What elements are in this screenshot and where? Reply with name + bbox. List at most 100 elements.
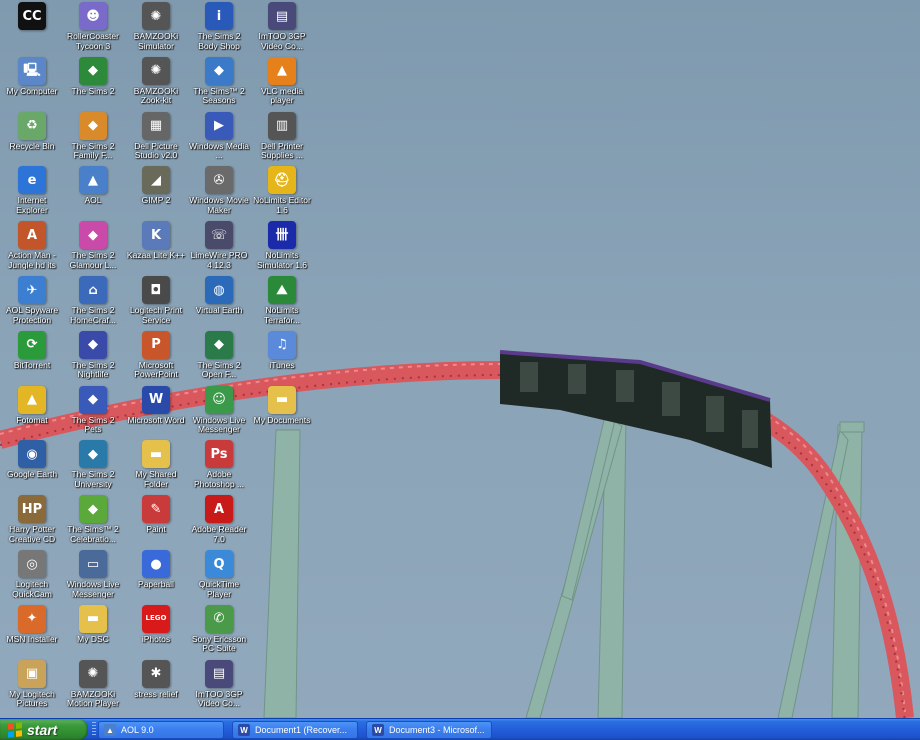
desktop-icon-label: Action Man - Jungle hd its [8, 251, 56, 270]
desktop-icon[interactable]: LEGO iPhotos [126, 604, 186, 660]
desktop-icon[interactable]: ▤ ImTOO 3GP Video Co... [252, 1, 312, 57]
taskbar-button[interactable]: W Document3 - Microsof... [366, 721, 492, 739]
desktop-icon[interactable]: ✺ BAMZOOKi Simulator [126, 1, 186, 57]
desktop-icon[interactable]: ▲ AOL [63, 165, 123, 221]
desktop-icon[interactable]: ♻ Recycle Bin [2, 111, 62, 167]
sims2-glamour-icon: ◆ [79, 221, 107, 250]
desktop-icon[interactable]: ◆ The Sims 2 Family F... [63, 111, 123, 167]
desktop-icon[interactable]: ⟳ BitTorrent [2, 330, 62, 386]
desktop-icon[interactable]: ✦ MSN Installer [2, 604, 62, 660]
bamzooki-motion-icon: ✺ [79, 659, 107, 688]
desktop-icon[interactable]: ▣ My Logitech Pictures [2, 659, 62, 715]
sims2-seasons-icon: ◆ [205, 56, 233, 85]
desktop-icon[interactable]: ✱ stress relief [126, 659, 186, 715]
taskbar-button[interactable]: W Document1 (Recover... [232, 721, 358, 739]
desktop-icon-label: BitTorrent [13, 360, 51, 370]
desktop-icon[interactable]: A Adobe Reader 7.0 [189, 494, 249, 550]
desktop-icon[interactable]: ◢ GIMP 2 [126, 165, 186, 221]
desktop-icon[interactable]: ● Paperball [126, 549, 186, 605]
taskbar-button-label: Document1 (Recover... [255, 725, 348, 735]
desktop-icon[interactable]: W Microsoft Word [126, 385, 186, 441]
desktop-icon-label: Windows Media ... [189, 141, 249, 161]
quicktime-icon: Q [205, 550, 233, 578]
desktop-icon[interactable]: ▤ ImTOO 3GP Video Co... [189, 659, 249, 715]
desktop-icon-label: Microsoft Word [127, 415, 185, 425]
desktop-icon[interactable]: K Kazaa Lite K++ [126, 220, 186, 276]
my-documents-icon: ▬ [268, 385, 296, 414]
desktop-icon[interactable]: ◘ Logitech Print Service [126, 275, 186, 331]
desktop-icon[interactable]: ✈ AOL Spyware Protection [2, 275, 62, 331]
desktop-icon[interactable]: 卌 NoLimits Simulator 1.6 [252, 220, 312, 276]
desktop-icon[interactable]: ◆ The Sims 2 Pets [63, 385, 123, 441]
desktop-icon[interactable]: ◆ The Sims 2 Nightlife [63, 330, 123, 386]
taskbar-button[interactable]: ▲ AOL 9.0 [98, 721, 224, 739]
desktop-icon[interactable]: ▥ Dell Printer Supplies ... [252, 111, 312, 167]
desktop-icon[interactable]: ✇ Windows Movie Maker [189, 165, 249, 221]
desktop-icon[interactable]: Q QuickTime Player [189, 549, 249, 605]
rollercoaster-tycoon-icon: ☻ [79, 2, 107, 30]
desktop-icon-label: Recycle Bin [9, 141, 55, 151]
desktop-icon[interactable]: ▦ Dell Picture Studio v2.0 [126, 111, 186, 167]
desktop-icon[interactable]: 🖳 My Computer [2, 56, 62, 112]
desktop-icon[interactable]: ◆ The Sims™ 2 Seasons [189, 56, 249, 112]
nolimits-editor-icon: ⛑ [268, 166, 296, 195]
desktop-icon[interactable]: ◉ Google Earth [2, 439, 62, 495]
desktop-icon[interactable]: ♫ iTunes [252, 330, 312, 386]
desktop-icon-label: MSN Installer [6, 634, 58, 644]
desktop-icon[interactable]: ☏ LimeWire PRO 4.12.3 [189, 220, 249, 276]
desktop-icon[interactable]: CC [2, 1, 62, 57]
desktop-icon[interactable]: ⛑ NoLimits Editor 1.6 [252, 165, 312, 221]
sims2-homecraft-icon: ⌂ [79, 276, 107, 304]
desktop-icon[interactable]: ⌂ The Sims 2 HomeCraf... [63, 275, 123, 331]
desktop-icon[interactable]: ✺ BAMZOOKi Zook-kit [126, 56, 186, 112]
desktop-icon[interactable]: ▬ My Documents [252, 385, 312, 441]
desktop-icon-label: AOL Spyware Protection [5, 306, 59, 325]
desktop-icon[interactable]: ◍ Virtual Earth [189, 275, 249, 331]
adobe-reader-icon: A [205, 495, 233, 524]
desktop-icon[interactable]: ▬ My Shared Folder [126, 439, 186, 495]
logitech-print-icon: ◘ [142, 276, 170, 304]
desktop-icon[interactable]: A Action Man - Jungle hd its [2, 220, 62, 276]
desktop-icon[interactable]: ◆ The Sims 2 Glamour L... [63, 220, 123, 276]
desktop-icon[interactable]: ☺ Windows Live Messenger [189, 385, 249, 441]
desktop-icon-label: NoLimits Editor 1.6 [253, 196, 311, 215]
desktop-icon[interactable]: ◆ The Sims 2 University [63, 439, 123, 495]
desktop-icon-label: BAMZOOKi Simulator [133, 32, 179, 51]
vlc-icon: ▲ [268, 56, 296, 85]
desktop-icon[interactable]: ✺ BAMZOOKi Motion Player [63, 659, 123, 715]
desktop-icon-label: The Sims 2 Glamour L... [69, 251, 117, 270]
desktop-icon[interactable]: ◆ The Sims 2 [63, 56, 123, 112]
desktop-icon-label: The Sims 2 Pets [71, 415, 115, 435]
start-label: start [27, 721, 58, 738]
desktop-icon-label: My Logitech Pictures [9, 689, 55, 709]
desktop-icon[interactable]: ▬ My DSC [63, 604, 123, 660]
desktop-icon-label: The Sims 2 Family F... [71, 141, 115, 161]
sims2-pets-icon: ◆ [79, 385, 107, 414]
powerpoint-icon: P [142, 330, 170, 359]
desktop-icon[interactable]: i The Sims 2 Body Shop [189, 1, 249, 57]
desktop-icon[interactable]: ▲ Fotomat [2, 385, 62, 441]
desktop-icon[interactable]: ▲ VLC media player [252, 56, 312, 112]
paperball-icon: ● [142, 550, 170, 578]
kazaa-icon: K [142, 221, 170, 250]
word-icon: W [142, 385, 170, 414]
desktop-icon[interactable]: e Internet Explorer [2, 165, 62, 221]
start-button[interactable]: start [0, 719, 88, 740]
taskbar-grip[interactable] [92, 722, 96, 737]
desktop-icon[interactable]: ▭ Windows Live Messenger [63, 549, 123, 605]
aol-task-icon: ▲ [104, 724, 116, 736]
desktop-icon-label: VLC media player [260, 86, 304, 106]
desktop-icon[interactable]: ⛰ NoLimits Terrafor... [252, 275, 312, 331]
desktop-icon[interactable]: ◆ The Sims™ 2 Celebratio... [63, 494, 123, 550]
desktop-icon[interactable]: ◆ The Sims 2 Open F... [189, 330, 249, 386]
desktop-icon-label: The Sims™ 2 Seasons [193, 86, 245, 106]
desktop-icon[interactable]: Ps Adobe Photoshop ... [189, 439, 249, 495]
desktop-icon[interactable]: P Microsoft PowerPoint [126, 330, 186, 386]
desktop-icon[interactable]: ✆ Sony Ericsson PC Suite [189, 604, 249, 660]
desktop-icon[interactable]: ☻ RollerCoaster Tycoon 3 [63, 1, 123, 57]
desktop-icon[interactable]: ◎ Logitech QuickCam [2, 549, 62, 605]
taskbar-button-label: Document3 - Microsof... [389, 725, 485, 735]
desktop-icon[interactable]: ▶ Windows Media ... [189, 111, 249, 167]
desktop-icon[interactable]: ✎ Paint [126, 494, 186, 550]
desktop-icon[interactable]: HP Harry Potter Creative CD [2, 494, 62, 550]
